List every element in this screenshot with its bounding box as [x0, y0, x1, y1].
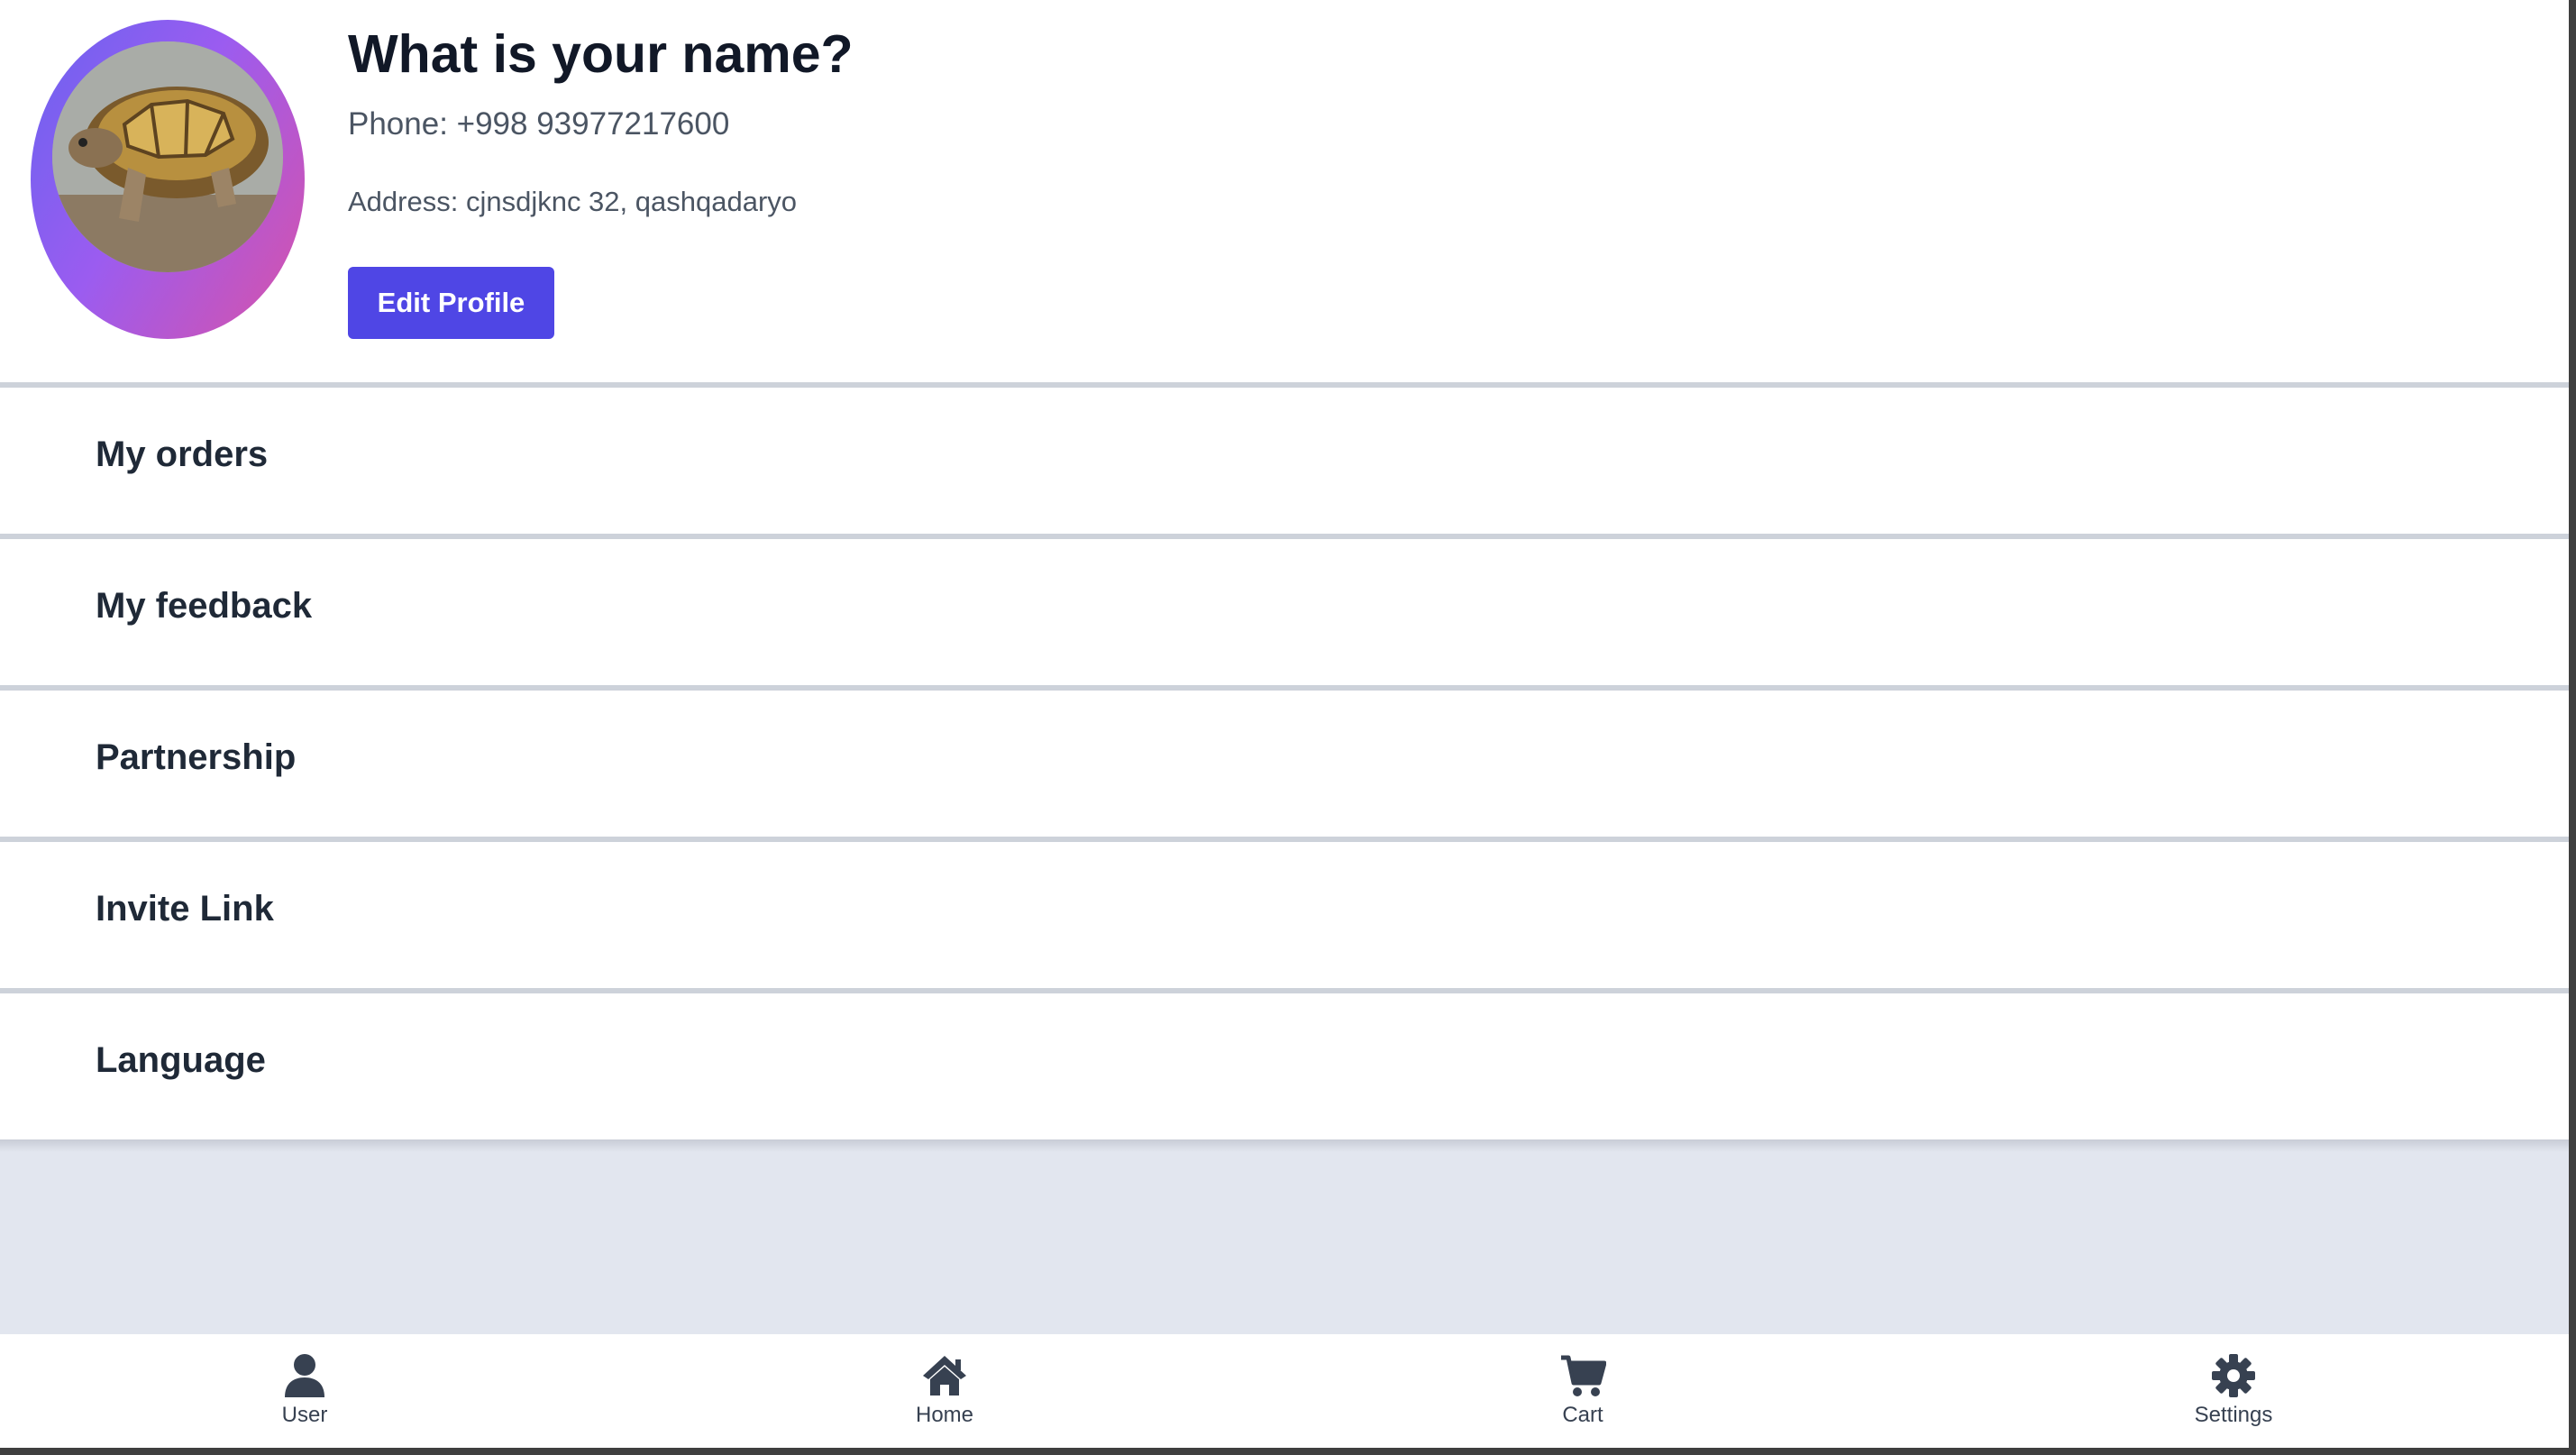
profile-header: What is your name? Phone: +998 939772176… — [0, 0, 2569, 382]
avatar[interactable] — [31, 20, 305, 339]
menu-item-invite-link[interactable]: Invite Link — [0, 837, 2569, 988]
cart-icon — [1561, 1355, 1606, 1396]
user-icon — [285, 1354, 324, 1397]
menu-item-my-feedback[interactable]: My feedback — [0, 534, 2569, 685]
window-edge-bottom — [0, 1448, 2576, 1455]
nav-user[interactable]: User — [215, 1352, 395, 1428]
profile-menu: My orders My feedback Partnership Invite… — [0, 382, 2569, 1139]
gear-icon — [2212, 1354, 2255, 1397]
bottom-navigation: User Home Cart Settings — [0, 1334, 2569, 1448]
menu-item-language[interactable]: Language — [0, 988, 2569, 1139]
home-icon — [923, 1356, 966, 1396]
menu-item-partnership[interactable]: Partnership — [0, 685, 2569, 837]
nav-user-label: User — [281, 1403, 328, 1427]
menu-shadow — [0, 1139, 2569, 1152]
menu-item-label: My orders — [96, 435, 269, 474]
menu-item-label: Partnership — [96, 737, 297, 777]
menu-item-my-orders[interactable]: My orders — [0, 382, 2569, 534]
edit-profile-button[interactable]: Edit Profile — [348, 267, 554, 339]
nav-settings-label: Settings — [2194, 1403, 2273, 1427]
menu-item-label: Language — [96, 1040, 266, 1080]
profile-phone: Phone: +998 93977217600 — [348, 106, 730, 142]
nav-cart-label: Cart — [1562, 1403, 1603, 1427]
menu-item-label: My feedback — [96, 586, 313, 626]
nav-home[interactable]: Home — [854, 1352, 1035, 1428]
nav-settings[interactable]: Settings — [2143, 1352, 2324, 1428]
profile-name: What is your name? — [348, 24, 854, 84]
tortoise-avatar-image — [52, 41, 283, 272]
nav-home-label: Home — [915, 1403, 974, 1427]
profile-address: Address: cjnsdjknc 32, qashqadaryo — [348, 186, 798, 217]
profile-screen: What is your name? Phone: +998 939772176… — [0, 0, 2569, 1448]
nav-cart[interactable]: Cart — [1493, 1352, 1673, 1428]
menu-item-label: Invite Link — [96, 889, 274, 929]
window-edge-right — [2569, 0, 2576, 1455]
